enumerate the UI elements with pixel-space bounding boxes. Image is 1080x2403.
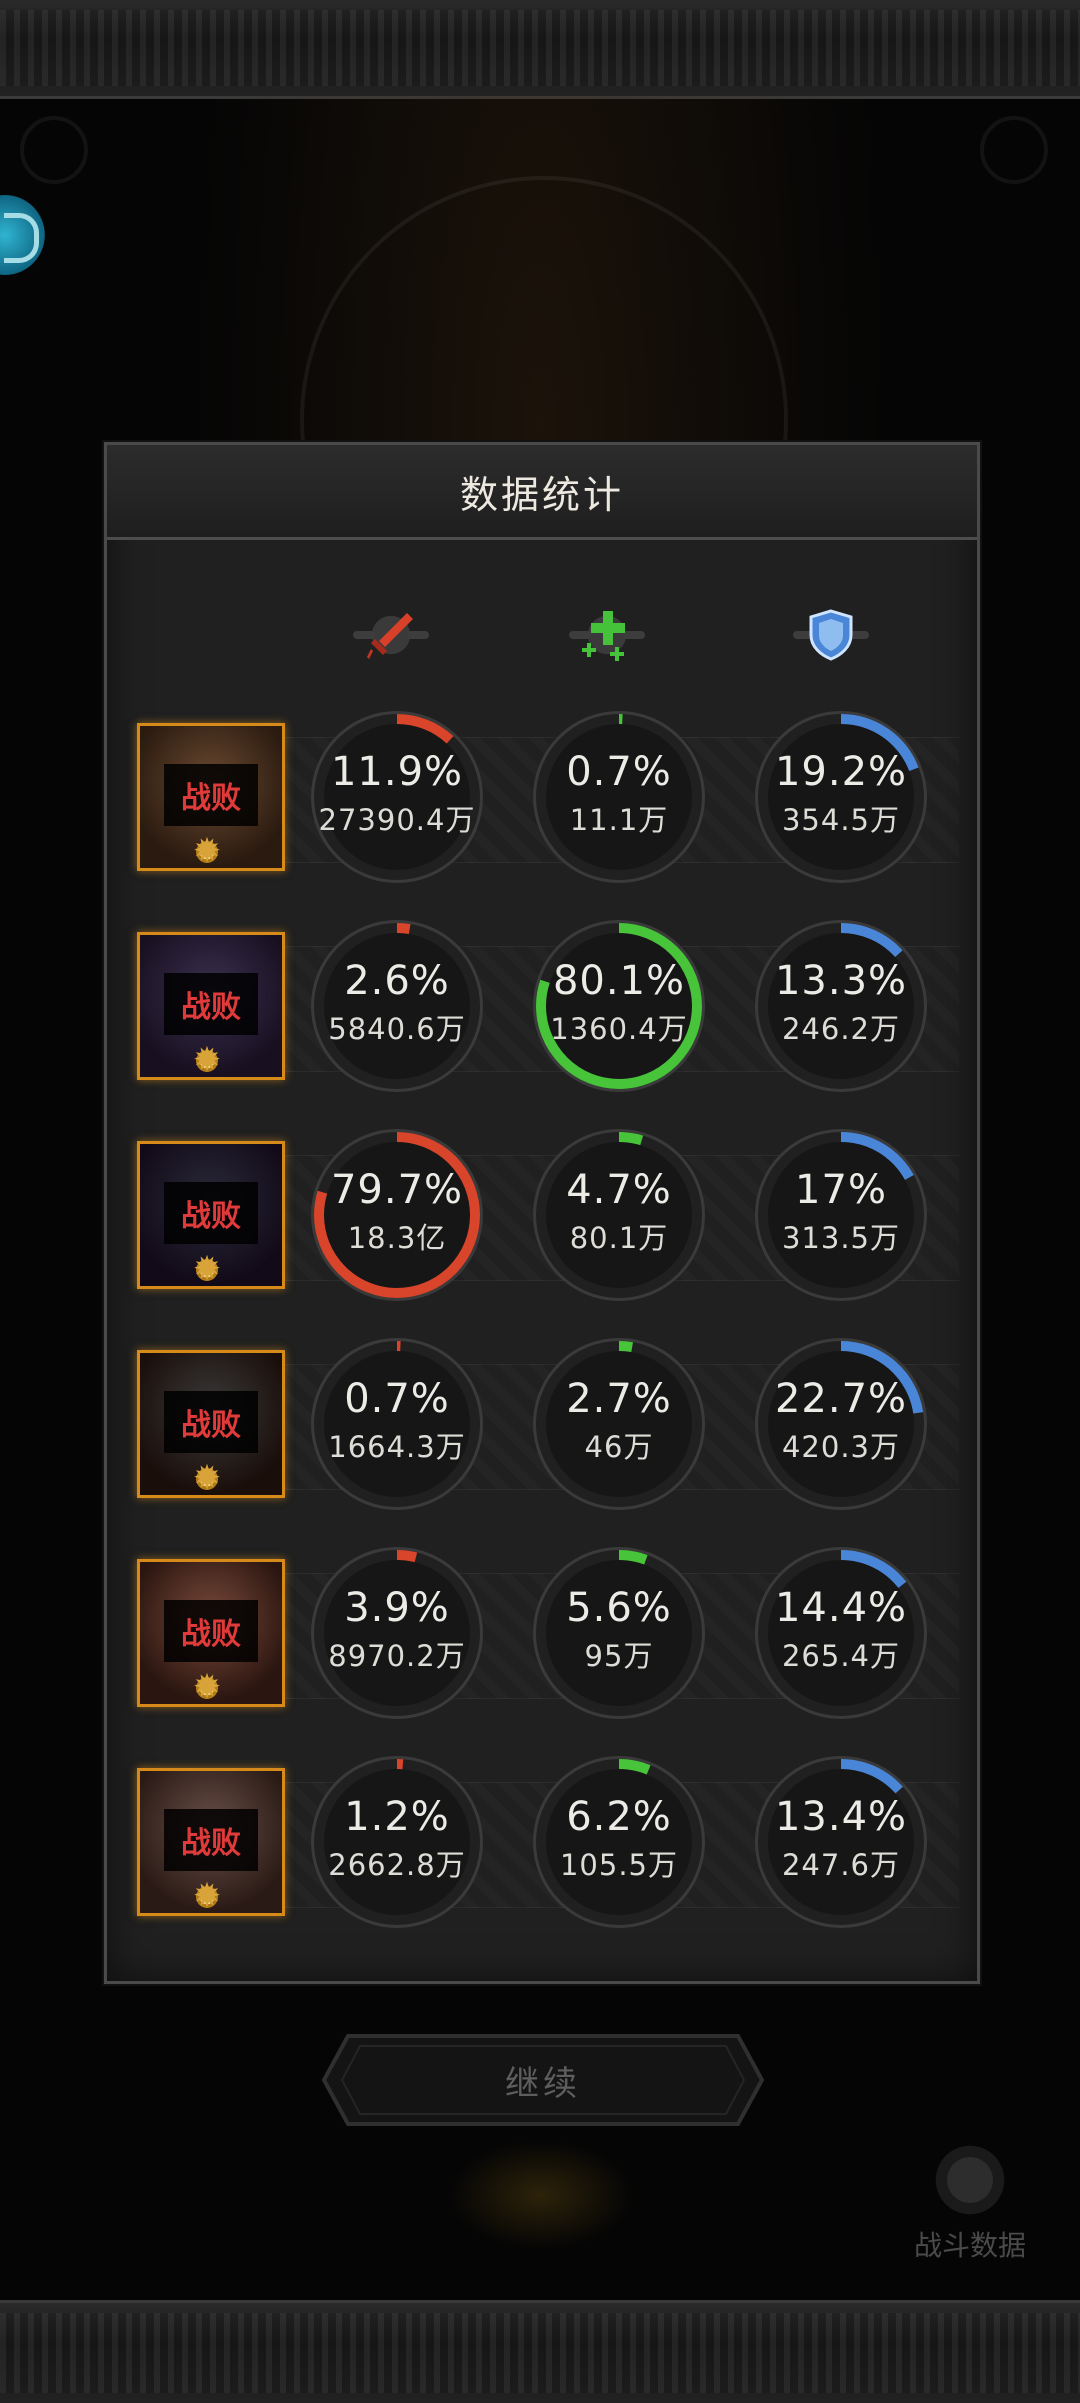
tank-ring: 17% 313.5万 xyxy=(751,1125,931,1305)
defeated-status-text: 战败 xyxy=(181,1617,241,1652)
stats-row: 战败 11.9% 27390.4万 0.7% 11.1万 19.2% 354.5… xyxy=(129,707,959,897)
data-statistics-dialog: 数据统计 战败 11.9% 27390.4万 xyxy=(104,442,980,1984)
heal-percentage: 6.2% xyxy=(566,1794,672,1840)
defeated-status-text: 战败 xyxy=(181,990,241,1025)
heal-amount: 46万 xyxy=(584,1430,654,1464)
background-play-icon xyxy=(20,116,88,184)
background-settings-icon xyxy=(980,116,1048,184)
defeated-status-text: 战败 xyxy=(181,1199,241,1234)
defeated-status-text: 战败 xyxy=(181,1408,241,1443)
damage-ring: 3.9% 8970.2万 xyxy=(307,1543,487,1723)
heal-amount: 11.1万 xyxy=(569,803,669,837)
heal-amount: 105.5万 xyxy=(559,1848,679,1882)
heal-percentage: 80.1% xyxy=(552,958,686,1004)
heal-ring: 6.2% 105.5万 xyxy=(529,1752,709,1932)
damage-ring: 11.9% 27390.4万 xyxy=(307,707,487,887)
tank-ring: 13.3% 246.2万 xyxy=(751,916,931,1096)
heal-cross-icon xyxy=(569,597,645,673)
tank-ring: 22.7% 420.3万 xyxy=(751,1334,931,1514)
heal-ring: 5.6% 95万 xyxy=(529,1543,709,1723)
heal-ring: 2.7% 46万 xyxy=(529,1334,709,1514)
heal-amount: 1360.4万 xyxy=(550,1012,688,1046)
damage-percentage: 2.6% xyxy=(344,958,450,1004)
battle-data-label: 战斗数据 xyxy=(913,2229,1026,2262)
shield-icon xyxy=(793,597,869,673)
continue-label: 继续 xyxy=(505,2063,581,2104)
tank-amount: 420.3万 xyxy=(781,1430,901,1464)
tank-amount: 246.2万 xyxy=(781,1012,901,1046)
continue-button[interactable]: 继续 xyxy=(318,2028,768,2132)
stats-row: 战败 0.7% 1664.3万 2.7% 46万 22.7% 420.3万 xyxy=(129,1334,959,1524)
damage-ring: 79.7% 18.3亿 xyxy=(307,1125,487,1305)
tank-amount: 265.4万 xyxy=(781,1639,901,1673)
damage-percentage: 11.9% xyxy=(330,749,464,795)
heal-percentage: 2.7% xyxy=(566,1376,672,1422)
star-rank-icon xyxy=(190,1040,224,1080)
defeated-overlay: 战败 xyxy=(164,1809,258,1871)
top-ornament-bar xyxy=(0,0,1080,99)
defeated-overlay: 战败 xyxy=(164,1600,258,1662)
defeated-status-text: 战败 xyxy=(181,781,241,816)
damage-amount: 8970.2万 xyxy=(328,1639,466,1673)
damage-percentage: 0.7% xyxy=(344,1376,450,1422)
tank-percentage: 22.7% xyxy=(774,1376,908,1422)
background-gold-emblem-icon xyxy=(448,2140,634,2250)
heal-ring: 0.7% 11.1万 xyxy=(529,707,709,887)
tank-ring: 14.4% 265.4万 xyxy=(751,1543,931,1723)
damage-percentage: 3.9% xyxy=(344,1585,450,1631)
star-rank-icon xyxy=(190,1876,224,1916)
battle-data-icon xyxy=(930,2140,1010,2220)
tank-percentage: 19.2% xyxy=(774,749,908,795)
damage-amount: 5840.6万 xyxy=(328,1012,466,1046)
stats-row: 战败 3.9% 8970.2万 5.6% 95万 14.4% 265.4万 xyxy=(129,1543,959,1733)
heal-amount: 80.1万 xyxy=(569,1221,669,1255)
heal-amount: 95万 xyxy=(584,1639,654,1673)
damage-amount: 27390.4万 xyxy=(318,803,476,837)
damage-ring: 2.6% 5840.6万 xyxy=(307,916,487,1096)
tank-amount: 247.6万 xyxy=(781,1848,901,1882)
heal-percentage: 4.7% xyxy=(566,1167,672,1213)
tank-percentage: 17% xyxy=(795,1167,887,1213)
background-side-emblem-icon xyxy=(0,185,48,285)
damage-amount: 2662.8万 xyxy=(328,1848,466,1882)
damage-ring: 0.7% 1664.3万 xyxy=(307,1334,487,1514)
tank-amount: 313.5万 xyxy=(781,1221,901,1255)
tank-ring: 19.2% 354.5万 xyxy=(751,707,931,887)
star-rank-icon xyxy=(190,1667,224,1707)
damage-percentage: 1.2% xyxy=(344,1794,450,1840)
star-rank-icon xyxy=(190,831,224,871)
defeated-overlay: 战败 xyxy=(164,1391,258,1453)
heal-ring: 80.1% 1360.4万 xyxy=(529,916,709,1096)
battle-data-button[interactable]: 战斗数据 xyxy=(900,2140,1040,2270)
stats-row: 战败 1.2% 2662.8万 6.2% 105.5万 13.4% 247.6万 xyxy=(129,1752,959,1942)
tank-ring: 13.4% 247.6万 xyxy=(751,1752,931,1932)
heal-ring: 4.7% 80.1万 xyxy=(529,1125,709,1305)
dialog-header: 数据统计 xyxy=(107,445,977,540)
stats-row: 战败 2.6% 5840.6万 80.1% 1360.4万 13.3% 246.… xyxy=(129,916,959,1106)
tank-percentage: 14.4% xyxy=(774,1585,908,1631)
star-rank-icon xyxy=(190,1458,224,1498)
stats-row: 战败 79.7% 18.3亿 4.7% 80.1万 17% 313.5万 xyxy=(129,1125,959,1315)
heal-percentage: 5.6% xyxy=(566,1585,672,1631)
dialog-title: 数据统计 xyxy=(459,472,624,517)
damage-percentage: 79.7% xyxy=(330,1167,464,1213)
defeated-overlay: 战败 xyxy=(164,973,258,1035)
sword-icon xyxy=(353,597,429,673)
damage-amount: 1664.3万 xyxy=(328,1430,466,1464)
bottom-ornament-bar xyxy=(0,2300,1080,2403)
defeated-overlay: 战败 xyxy=(164,764,258,826)
star-rank-icon xyxy=(190,1249,224,1289)
tank-percentage: 13.4% xyxy=(774,1794,908,1840)
tank-amount: 354.5万 xyxy=(781,803,901,837)
heal-percentage: 0.7% xyxy=(566,749,672,795)
damage-ring: 1.2% 2662.8万 xyxy=(307,1752,487,1932)
defeated-overlay: 战败 xyxy=(164,1182,258,1244)
defeated-status-text: 战败 xyxy=(181,1826,241,1861)
tank-percentage: 13.3% xyxy=(774,958,908,1004)
damage-amount: 18.3亿 xyxy=(347,1221,447,1255)
